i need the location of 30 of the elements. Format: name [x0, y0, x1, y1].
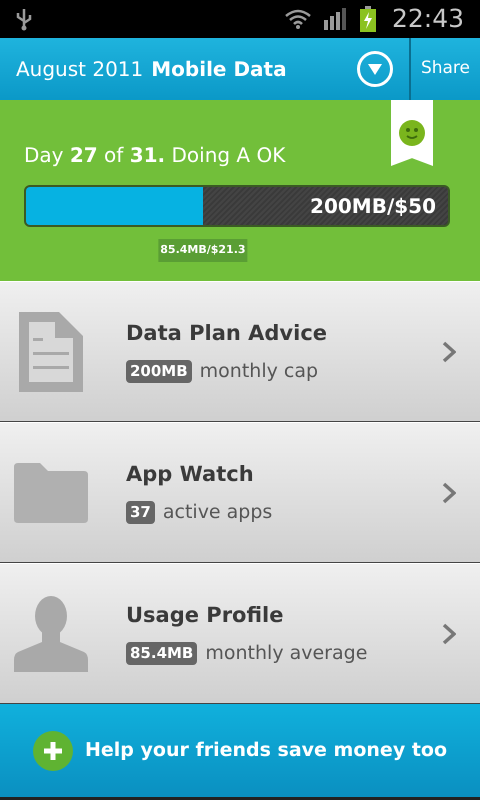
menu-row[interactable]: Data Plan Advice 200MB monthly cap — [0, 281, 480, 422]
month-title: August 2011 — [15, 56, 144, 83]
chevron-icon — [442, 340, 456, 362]
plan-limit: 200MB/$50 — [310, 193, 437, 220]
count-badge: 37 — [126, 501, 155, 524]
count-badge: 85.4MB — [126, 642, 198, 664]
signal-icon — [324, 8, 348, 30]
triangle-icon — [368, 64, 382, 74]
count-badge: 200MB — [126, 360, 192, 382]
row-title: App Watch — [126, 460, 255, 488]
day-status: Day 27 of 31. Doing A OK — [24, 142, 286, 169]
person-icon — [14, 596, 88, 672]
screen-title: Mobile Data — [150, 56, 287, 83]
row-title: Usage Profile — [126, 602, 284, 628]
document-icon — [19, 312, 83, 392]
usb-icon — [16, 7, 32, 31]
used-tooltip: 85.4MB/$21.3 — [158, 239, 248, 262]
chevron-icon — [442, 622, 456, 644]
row-caption: monthly cap — [200, 359, 318, 384]
row-caption: monthly average — [205, 641, 368, 666]
folder-icon — [14, 462, 88, 522]
menu-row[interactable]: App Watch 37 active apps — [0, 422, 480, 563]
wifi-icon — [284, 8, 312, 30]
row-caption: active apps — [162, 500, 272, 525]
menu-row[interactable]: Usage Profile 85.4MB monthly average — [0, 563, 480, 704]
clock: 22:43 — [392, 3, 464, 36]
plus-icon — [32, 730, 73, 770]
row-title: Data Plan Advice — [126, 320, 328, 346]
chevron-icon — [442, 482, 456, 504]
dropdown-button[interactable] — [356, 51, 393, 87]
